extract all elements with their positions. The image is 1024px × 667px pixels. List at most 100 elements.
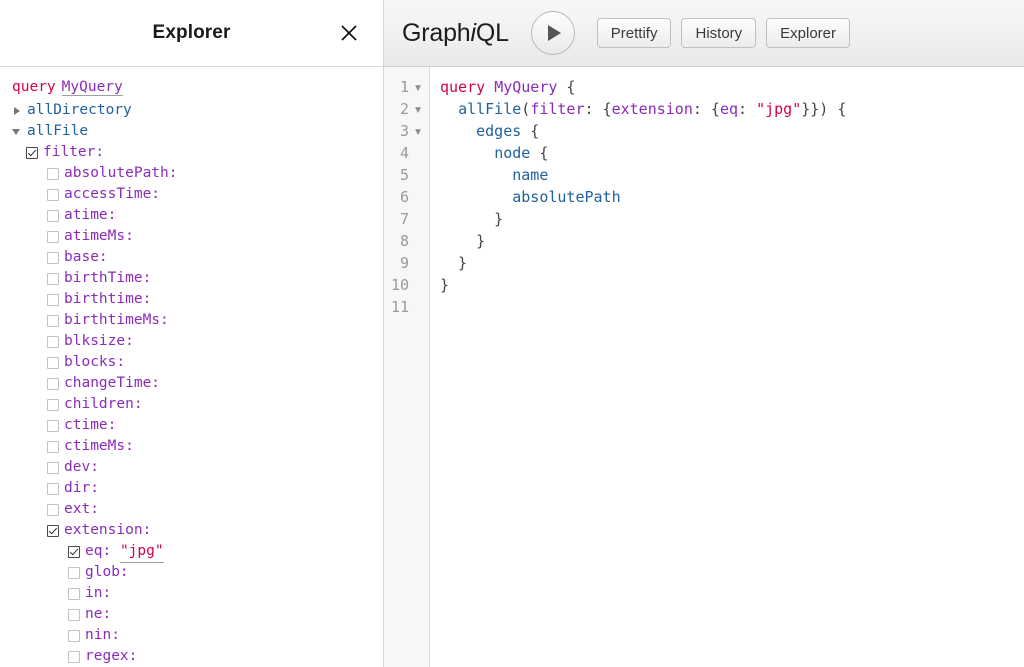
checkbox-icon[interactable] bbox=[47, 189, 59, 201]
code-line[interactable]: absolutePath bbox=[440, 186, 1024, 208]
checkbox-icon[interactable] bbox=[68, 567, 80, 579]
logo-prefix: Graph bbox=[402, 19, 470, 47]
tree-row-ctimeMs[interactable]: ctimeMs: bbox=[0, 436, 383, 457]
code-line[interactable]: } bbox=[440, 274, 1024, 296]
close-icon[interactable] bbox=[335, 19, 363, 47]
code-line[interactable]: } bbox=[440, 208, 1024, 230]
tree-row-value-input[interactable]: "jpg" bbox=[120, 541, 164, 563]
tree-row-ext[interactable]: ext: bbox=[0, 499, 383, 520]
tree-row-changeTime[interactable]: changeTime: bbox=[0, 373, 383, 394]
line-number-text: 9 bbox=[400, 252, 409, 274]
tree-row-dev[interactable]: dev: bbox=[0, 457, 383, 478]
line-number-text: 5 bbox=[400, 164, 409, 186]
fold-toggle-icon[interactable]: ▾ bbox=[412, 120, 424, 142]
chevron-down-icon[interactable] bbox=[12, 121, 24, 142]
query-name-input[interactable]: MyQuery bbox=[62, 79, 123, 96]
tree-row-label: base: bbox=[64, 247, 108, 268]
tree-row-birthtime[interactable]: birthtime: bbox=[0, 289, 383, 310]
tree-row-nin[interactable]: nin: bbox=[0, 625, 383, 646]
tree-row-filter[interactable]: filter: bbox=[0, 142, 383, 163]
code-token: } bbox=[440, 254, 467, 272]
tree-row-absolutePath[interactable]: absolutePath: bbox=[0, 163, 383, 184]
code-content[interactable]: query MyQuery { allFile(filter: {extensi… bbox=[430, 67, 1024, 667]
checkbox-icon[interactable] bbox=[47, 504, 59, 516]
code-line[interactable] bbox=[440, 296, 1024, 318]
play-icon bbox=[548, 25, 561, 41]
line-number-text: 2 bbox=[400, 98, 409, 120]
tree-row-base[interactable]: base: bbox=[0, 247, 383, 268]
checkbox-icon[interactable] bbox=[47, 294, 59, 306]
checkbox-icon[interactable] bbox=[68, 651, 80, 663]
code-line[interactable]: node { bbox=[440, 142, 1024, 164]
explorer-tree: queryMyQuery allDirectoryallFilefilter:a… bbox=[0, 67, 383, 667]
tree-row-birthTime[interactable]: birthTime: bbox=[0, 268, 383, 289]
tree-row-blksize[interactable]: blksize: bbox=[0, 331, 383, 352]
history-button[interactable]: History bbox=[681, 18, 756, 48]
tree-row-allDirectory[interactable]: allDirectory bbox=[0, 100, 383, 121]
checkbox-icon[interactable] bbox=[47, 420, 59, 432]
code-line[interactable]: allFile(filter: {extension: {eq: "jpg"}}… bbox=[440, 98, 1024, 120]
checkbox-icon[interactable] bbox=[47, 336, 59, 348]
tree-row-label: birthtime: bbox=[64, 289, 151, 310]
checkbox-icon[interactable] bbox=[47, 357, 59, 369]
checkbox-icon[interactable] bbox=[47, 210, 59, 222]
tree-row-ne[interactable]: ne: bbox=[0, 604, 383, 625]
checkbox-checked-icon[interactable] bbox=[47, 525, 59, 537]
checkbox-icon[interactable] bbox=[47, 399, 59, 411]
checkbox-checked-icon[interactable] bbox=[68, 546, 80, 558]
tree-row-label: ctime: bbox=[64, 415, 116, 436]
tree-row-ctime[interactable]: ctime: bbox=[0, 415, 383, 436]
checkbox-icon[interactable] bbox=[47, 168, 59, 180]
prettify-button[interactable]: Prettify bbox=[597, 18, 672, 48]
tree-row-atime[interactable]: atime: bbox=[0, 205, 383, 226]
checkbox-icon[interactable] bbox=[68, 588, 80, 600]
tree-row-atimeMs[interactable]: atimeMs: bbox=[0, 226, 383, 247]
code-line[interactable]: edges { bbox=[440, 120, 1024, 142]
line-number: 3▾ bbox=[384, 120, 429, 142]
fold-toggle-icon[interactable]: ▾ bbox=[412, 98, 424, 120]
checkbox-icon[interactable] bbox=[47, 441, 59, 453]
tree-row-accessTime[interactable]: accessTime: bbox=[0, 184, 383, 205]
tree-row-label: children: bbox=[64, 394, 143, 415]
checkbox-icon[interactable] bbox=[47, 462, 59, 474]
tree-row-label: ctimeMs: bbox=[64, 436, 134, 457]
tree-row-label: allDirectory bbox=[27, 100, 132, 121]
checkbox-icon[interactable] bbox=[47, 273, 59, 285]
code-token: ( bbox=[521, 100, 530, 118]
tree-row-label: birthtimeMs: bbox=[64, 310, 169, 331]
checkbox-icon[interactable] bbox=[68, 609, 80, 621]
checkbox-icon[interactable] bbox=[47, 483, 59, 495]
code-token bbox=[440, 144, 494, 162]
tree-row-children[interactable]: children: bbox=[0, 394, 383, 415]
tree-row-birthtimeMs[interactable]: birthtimeMs: bbox=[0, 310, 383, 331]
code-line[interactable]: } bbox=[440, 230, 1024, 252]
code-line[interactable]: name bbox=[440, 164, 1024, 186]
graphiql-logo: GraphiQL bbox=[402, 19, 509, 48]
tree-row-dir[interactable]: dir: bbox=[0, 478, 383, 499]
chevron-right-icon[interactable] bbox=[12, 100, 24, 121]
checkbox-icon[interactable] bbox=[68, 630, 80, 642]
checkbox-icon[interactable] bbox=[47, 315, 59, 327]
fold-toggle-icon[interactable]: ▾ bbox=[412, 76, 424, 98]
code-line[interactable]: query MyQuery { bbox=[440, 76, 1024, 98]
checkbox-icon[interactable] bbox=[47, 231, 59, 243]
code-token: eq bbox=[720, 100, 738, 118]
checkbox-checked-icon[interactable] bbox=[26, 147, 38, 159]
tree-row-label: dev: bbox=[64, 457, 99, 478]
tree-row-allFile[interactable]: allFile bbox=[0, 121, 383, 142]
line-number: 7▾ bbox=[384, 208, 429, 230]
tree-row-blocks[interactable]: blocks: bbox=[0, 352, 383, 373]
code-line[interactable]: } bbox=[440, 252, 1024, 274]
tree-row-glob[interactable]: glob: bbox=[0, 562, 383, 583]
code-editor[interactable]: 1▾2▾3▾4▾5▾6▾7▾8▾9▾10▾11▾ query MyQuery {… bbox=[384, 67, 1024, 667]
code-token: } bbox=[440, 210, 503, 228]
explorer-toggle-button[interactable]: Explorer bbox=[766, 18, 850, 48]
tree-row-label: accessTime: bbox=[64, 184, 160, 205]
tree-row-extension[interactable]: extension: bbox=[0, 520, 383, 541]
tree-row-in[interactable]: in: bbox=[0, 583, 383, 604]
checkbox-icon[interactable] bbox=[47, 252, 59, 264]
tree-row-eq[interactable]: eq: "jpg" bbox=[0, 541, 383, 562]
checkbox-icon[interactable] bbox=[47, 378, 59, 390]
tree-row-regex[interactable]: regex: bbox=[0, 646, 383, 667]
execute-query-button[interactable] bbox=[531, 11, 575, 55]
